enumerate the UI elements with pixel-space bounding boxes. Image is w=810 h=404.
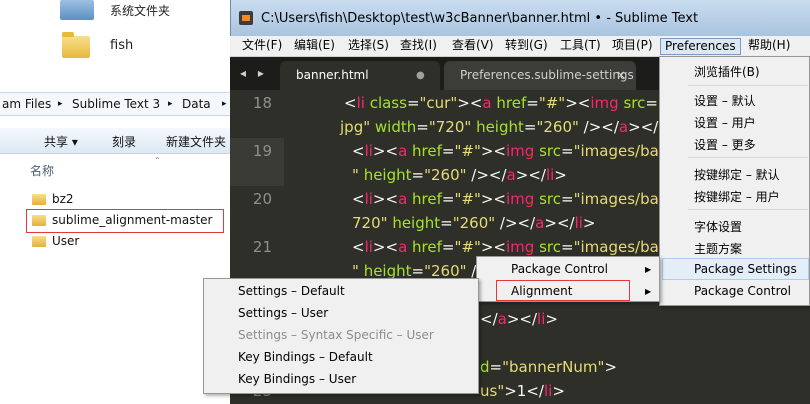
menu-project[interactable]: 项目(P)	[608, 38, 657, 55]
unsaved-dot-icon: ●	[416, 70, 425, 81]
new-folder-button[interactable]: 新建文件夹	[166, 133, 226, 150]
menu-item-package-control-settings[interactable]: Package Control	[511, 262, 608, 276]
window-titlebar[interactable]: C:\Users\fish\Desktop\test\w3cBanner\ban…	[230, 0, 810, 36]
menu-item-alignment[interactable]: Alignment	[511, 284, 572, 298]
menu-bar: 文件(F) 编辑(E) 选择(S) 查找(I) 查看(V) 转到(G) 工具(T…	[230, 36, 810, 57]
tab-banner-html[interactable]: banner.html ●	[280, 61, 440, 90]
menu-item-package-settings[interactable]: Package Settings	[694, 262, 797, 276]
menu-item-alignment-key-bindings-default[interactable]: Key Bindings – Default	[238, 350, 373, 364]
list-item-label: bz2	[52, 192, 74, 206]
system-folder-icon	[60, 0, 94, 20]
folder-icon	[32, 236, 46, 247]
menu-item-font[interactable]: 字体设置	[694, 218, 742, 235]
code-line: us">1</li>	[480, 382, 565, 400]
menu-edit[interactable]: 编辑(E)	[290, 38, 339, 55]
menu-tools[interactable]: 工具(T)	[556, 38, 605, 55]
menu-item-alignment-settings-default[interactable]: Settings – Default	[238, 284, 345, 298]
folder-fish-label[interactable]: fish	[110, 38, 133, 53]
menu-item-alignment-settings-user[interactable]: Settings – User	[238, 306, 328, 320]
menu-item-settings-default[interactable]: 设置 – 默认	[694, 92, 756, 109]
folder-icon	[32, 194, 46, 205]
list-item[interactable]: bz2	[32, 190, 232, 210]
menu-item-key-bindings-default[interactable]: 按键绑定 – 默认	[694, 166, 780, 183]
explorer-command-bar: 共享 ▾ 刻录 新建文件夹	[0, 128, 240, 154]
window-title: C:\Users\fish\Desktop\test\w3cBanner\ban…	[261, 11, 699, 26]
menu-preferences[interactable]: Preferences	[660, 38, 741, 55]
line-number: 18	[252, 94, 272, 112]
submenu-arrow-icon: ▶	[645, 265, 652, 274]
tab-nav-arrows-icon[interactable]: ◂ ▸	[240, 66, 268, 80]
menu-file[interactable]: 文件(F)	[238, 38, 286, 55]
code-line: 720" height="260" /></a></li>	[352, 214, 596, 232]
menu-view[interactable]: 查看(V)	[448, 38, 498, 55]
list-item-label: User	[52, 234, 80, 248]
address-bar[interactable]: am Files ▸ Sublime Text 3 ▸ Data ▸	[0, 92, 240, 116]
menu-item-alignment-settings-syntax-user: Settings – Syntax Specific – User	[238, 328, 434, 342]
code-line: <li><a href="#"><img src="images/banne	[352, 190, 688, 208]
code-line: <li class="cur"><a href="#"><img src="im	[344, 94, 684, 112]
menu-separator	[688, 157, 808, 158]
sort-chevron-icon: ⌃	[154, 156, 161, 165]
tab-label: banner.html	[296, 68, 369, 82]
share-button[interactable]: 共享 ▾	[44, 133, 78, 150]
menu-separator	[688, 209, 808, 210]
alignment-submenu: Settings – Default Settings – User Setti…	[203, 278, 479, 394]
tab-label: Preferences.sublime-settings	[460, 68, 634, 82]
menu-item-key-bindings-user[interactable]: 按键绑定 – 用户	[694, 188, 780, 205]
burn-button[interactable]: 刻录	[112, 133, 136, 150]
line-number: 19	[252, 142, 272, 160]
line-number: 20	[252, 190, 272, 208]
sublime-app-icon	[239, 11, 253, 25]
menu-item-alignment-key-bindings-user[interactable]: Key Bindings – User	[238, 372, 356, 386]
menu-item-settings-more[interactable]: 设置 – 更多	[694, 136, 756, 153]
menu-help[interactable]: 帮助(H)	[744, 38, 794, 55]
close-icon[interactable]: ×	[616, 68, 626, 82]
line-number: 21	[252, 238, 272, 256]
system-folder-label[interactable]: 系统文件夹	[110, 2, 170, 19]
package-settings-submenu: Package Control ▶ Alignment ▶	[476, 256, 660, 302]
menu-find[interactable]: 查找(I)	[396, 38, 441, 55]
breadcrumb-separator-icon: ▸	[58, 99, 63, 109]
menu-selection[interactable]: 选择(S)	[344, 38, 393, 55]
list-item[interactable]: sublime_alignment-master	[32, 211, 232, 231]
breadcrumb-sublime-text-3[interactable]: Sublime Text 3	[72, 97, 160, 111]
folder-icon	[62, 32, 90, 58]
code-line: jpg" width="720" height="260" /></a></li	[340, 118, 667, 136]
code-line: <li><a href="#"><img src="images/banne	[352, 238, 688, 256]
code-line: " height="260" /></a></li>	[352, 166, 567, 184]
folder-icon	[32, 215, 46, 226]
list-item[interactable]: User	[32, 232, 232, 252]
menu-item-color-scheme[interactable]: 主题方案	[694, 240, 742, 257]
menu-item-package-control[interactable]: Package Control	[694, 284, 791, 298]
breadcrumb-data[interactable]: Data	[182, 97, 211, 111]
breadcrumb-separator-icon: ▸	[168, 99, 173, 109]
breadcrumb-program-files[interactable]: am Files	[2, 97, 51, 111]
menu-separator	[688, 85, 808, 86]
preferences-menu: 浏览插件(B) 设置 – 默认 设置 – 用户 设置 – 更多 按键绑定 – 默…	[659, 56, 810, 306]
breadcrumb-separator-icon: ▸	[222, 99, 227, 109]
menu-item-settings-user[interactable]: 设置 – 用户	[694, 114, 756, 131]
submenu-arrow-icon: ▶	[645, 287, 652, 296]
tab-preferences-settings[interactable]: Preferences.sublime-settings ×	[444, 61, 636, 90]
menu-item-browse-packages[interactable]: 浏览插件(B)	[694, 63, 760, 80]
menu-goto[interactable]: 转到(G)	[501, 38, 552, 55]
code-line: d="bannerNum">	[480, 358, 617, 376]
list-item-label: sublime_alignment-master	[52, 213, 213, 227]
code-line: <li><a href="#"><img src="images/banne	[352, 142, 688, 160]
column-header-name[interactable]: 名称	[30, 162, 54, 179]
code-line: </a></li>	[480, 310, 558, 328]
